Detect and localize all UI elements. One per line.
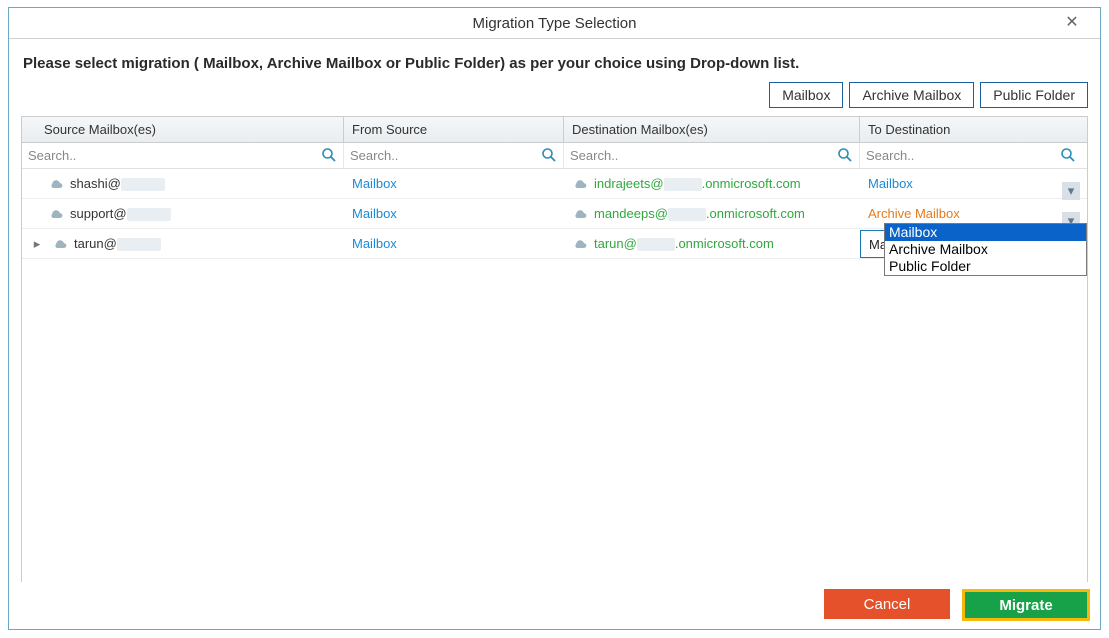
to-destination-value[interactable]: Archive Mailbox (868, 206, 960, 221)
dropdown-option-mailbox[interactable]: Mailbox (885, 224, 1086, 241)
search-icon[interactable] (837, 147, 853, 163)
migrate-button[interactable]: Migrate (965, 592, 1087, 618)
col-from[interactable]: From Source (344, 117, 564, 142)
source-mailbox: support@xxxx (70, 206, 171, 221)
search-row (22, 143, 1087, 169)
col-source[interactable]: Source Mailbox(es) (22, 117, 344, 142)
search-icon[interactable] (321, 147, 337, 163)
grid-header: Source Mailbox(es) From Source Destinati… (22, 117, 1087, 143)
migrate-highlight: Migrate (962, 589, 1090, 621)
dest-mailbox[interactable]: indrajeets@xxx.onmicrosoft.com (594, 176, 801, 191)
search-icon[interactable] (1060, 147, 1076, 163)
dest-mailbox[interactable]: tarun@xxx.onmicrosoft.com (594, 236, 774, 251)
bulk-public-button[interactable]: Public Folder (980, 82, 1088, 108)
close-icon[interactable]: ✕ (1052, 8, 1092, 39)
search-dest-cell (564, 143, 860, 168)
chevron-down-icon[interactable]: ▾ (1062, 182, 1080, 200)
dialog-actions: Cancel Migrate (824, 589, 1090, 621)
search-to-input[interactable] (860, 143, 1082, 167)
expand-icon[interactable]: ▸ (32, 236, 42, 252)
dropdown-option-public[interactable]: Public Folder (885, 258, 1086, 275)
migration-dialog: Migration Type Selection ✕ Please select… (8, 7, 1101, 630)
bulk-type-buttons: Mailbox Archive Mailbox Public Folder (9, 82, 1100, 116)
search-from-cell (344, 143, 564, 168)
dialog-title: Migration Type Selection (473, 15, 637, 32)
dropdown-option-archive[interactable]: Archive Mailbox (885, 241, 1086, 258)
cloud-icon (48, 178, 64, 190)
cloud-icon (572, 178, 588, 190)
source-mailbox: tarun@xxxx (74, 236, 161, 251)
search-icon[interactable] (541, 147, 557, 163)
to-destination-dropdown[interactable]: Mailbox Archive Mailbox Public Folder (884, 223, 1087, 276)
instruction-text: Please select migration ( Mailbox, Archi… (9, 39, 1100, 82)
cancel-button[interactable]: Cancel (824, 589, 950, 619)
search-dest-input[interactable] (564, 143, 859, 167)
bulk-mailbox-button[interactable]: Mailbox (769, 82, 843, 108)
mailbox-grid: Source Mailbox(es) From Source Destinati… (21, 116, 1088, 582)
to-destination-value[interactable]: Mailbox (868, 176, 913, 191)
table-row[interactable]: shashi@xxxx Mailbox indrajeets@xxx.onmic… (22, 169, 1087, 199)
cloud-icon (572, 208, 588, 220)
dest-mailbox[interactable]: mandeeps@xxx.onmicrosoft.com (594, 206, 805, 221)
cloud-icon (48, 208, 64, 220)
source-mailbox: shashi@xxxx (70, 176, 165, 191)
col-dest[interactable]: Destination Mailbox(es) (564, 117, 860, 142)
search-to-cell (860, 143, 1082, 168)
from-source-value[interactable]: Mailbox (352, 206, 397, 221)
search-source-cell (22, 143, 344, 168)
titlebar: Migration Type Selection ✕ (9, 8, 1100, 39)
from-source-value[interactable]: Mailbox (352, 236, 397, 251)
cloud-icon (52, 238, 68, 250)
bulk-archive-button[interactable]: Archive Mailbox (849, 82, 974, 108)
cloud-icon (572, 238, 588, 250)
search-from-input[interactable] (344, 143, 563, 167)
search-source-input[interactable] (22, 143, 343, 167)
col-to[interactable]: To Destination (860, 117, 1082, 142)
from-source-value[interactable]: Mailbox (352, 176, 397, 191)
